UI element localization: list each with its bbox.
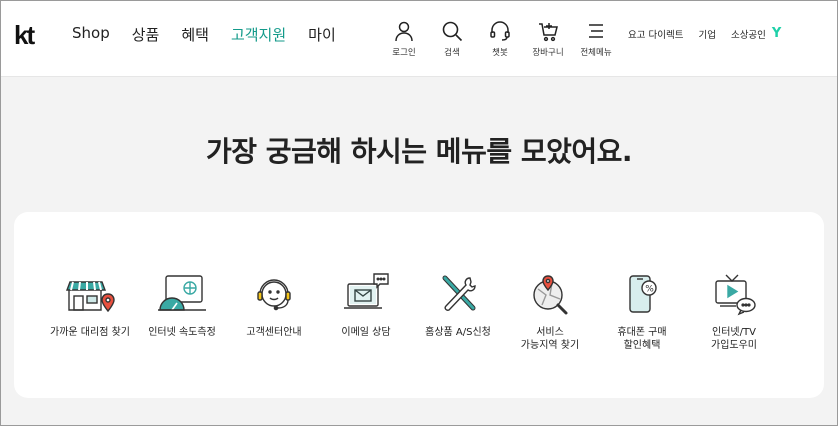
all-menu-label: 전체메뉴 [580, 48, 612, 58]
tools-icon [442, 275, 476, 311]
quick-home-as-request[interactable]: 홈상품 A/S신청 [412, 272, 504, 352]
y-brand-icon[interactable]: Y [772, 26, 781, 41]
quick-email-consult[interactable]: 이메일 상담 [320, 272, 412, 352]
headset-smile-icon [257, 279, 291, 311]
quick-service-area-label: 서비스 가능지역 찾기 [520, 327, 580, 351]
person-icon [395, 21, 413, 42]
speed-gauge-icon [158, 275, 206, 311]
quick-menu: 가까운 대리점 찾기 인터넷 속도측정 고객센터안내 이메일 상담 홈상품 A/… [44, 272, 780, 352]
email-laptop-icon [344, 273, 389, 309]
chatbot-label: 챗봇 [492, 48, 508, 58]
quick-customer-center-label: 고객센터안내 [246, 327, 302, 338]
cart-icon [539, 23, 558, 42]
quick-service-area[interactable]: 서비스 가능지역 찾기 [504, 272, 596, 352]
quick-store-finder[interactable]: 가까운 대리점 찾기 [44, 272, 136, 352]
nav-my[interactable]: 마이 [308, 24, 336, 45]
quick-internet-tv-helper[interactable]: 인터넷/TV 가입도우미 [688, 272, 780, 352]
site-header: kt Shop 상품 혜택 고객지원 마이 로그인 검색 챗봇 장바구니 전체메… [0, 0, 838, 77]
chatbot-button[interactable]: 챗봇 [476, 20, 524, 58]
page-headline: 가장 궁금해 하시는 메뉴를 모았어요. [205, 135, 633, 168]
cart-label: 장바구니 [532, 48, 564, 58]
phone-discount-icon: % [629, 275, 657, 313]
quick-phone-discount-label: 휴대폰 구매 할인혜택 [617, 327, 667, 351]
link-enterprise[interactable]: 기업 [698, 27, 715, 41]
utility-bar: 로그인 검색 챗봇 장바구니 전체메뉴 [380, 20, 620, 58]
search-icon [442, 21, 463, 42]
quick-email-consult-label: 이메일 상담 [341, 327, 391, 338]
nav-benefits[interactable]: 혜택 [181, 24, 209, 45]
quick-speed-test-label: 인터넷 속도측정 [148, 327, 216, 338]
headset-icon [490, 21, 510, 41]
map-magnifier-icon [533, 275, 568, 315]
login-label: 로그인 [392, 48, 416, 58]
link-yogo-direct[interactable]: 요고 다이렉트 [628, 27, 683, 41]
link-small-business[interactable]: 소상공인 [731, 27, 766, 41]
store-location-icon [65, 281, 115, 313]
nav-products[interactable]: 상품 [132, 24, 160, 45]
quick-home-as-request-label: 홈상품 A/S신청 [425, 327, 491, 338]
quick-customer-center[interactable]: 고객센터안내 [228, 272, 320, 352]
quick-phone-discount[interactable]: % 휴대폰 구매 할인혜택 [596, 272, 688, 352]
login-button[interactable]: 로그인 [380, 20, 428, 58]
quick-store-finder-label: 가까운 대리점 찾기 [50, 327, 130, 338]
main-nav: Shop 상품 혜택 고객지원 마이 [72, 24, 358, 45]
svg-text:%: % [645, 284, 654, 294]
quick-internet-tv-helper-label: 인터넷/TV 가입도우미 [711, 327, 757, 351]
search-label: 검색 [444, 48, 460, 58]
nav-shop[interactable]: Shop [72, 24, 110, 45]
cart-button[interactable]: 장바구니 [524, 20, 572, 58]
quick-menu-card: 가까운 대리점 찾기 인터넷 속도측정 고객센터안내 이메일 상담 홈상품 A/… [14, 212, 824, 398]
search-button[interactable]: 검색 [428, 20, 476, 58]
quick-speed-test[interactable]: 인터넷 속도측정 [136, 272, 228, 352]
menu-icon [589, 24, 603, 38]
tv-chat-icon [715, 274, 756, 316]
all-menu-button[interactable]: 전체메뉴 [572, 20, 620, 58]
top-links: 요고 다이렉트 기업 소상공인 Y [628, 26, 781, 41]
nav-customer-support[interactable]: 고객지원 [231, 24, 286, 45]
kt-logo[interactable]: kt [14, 22, 35, 48]
